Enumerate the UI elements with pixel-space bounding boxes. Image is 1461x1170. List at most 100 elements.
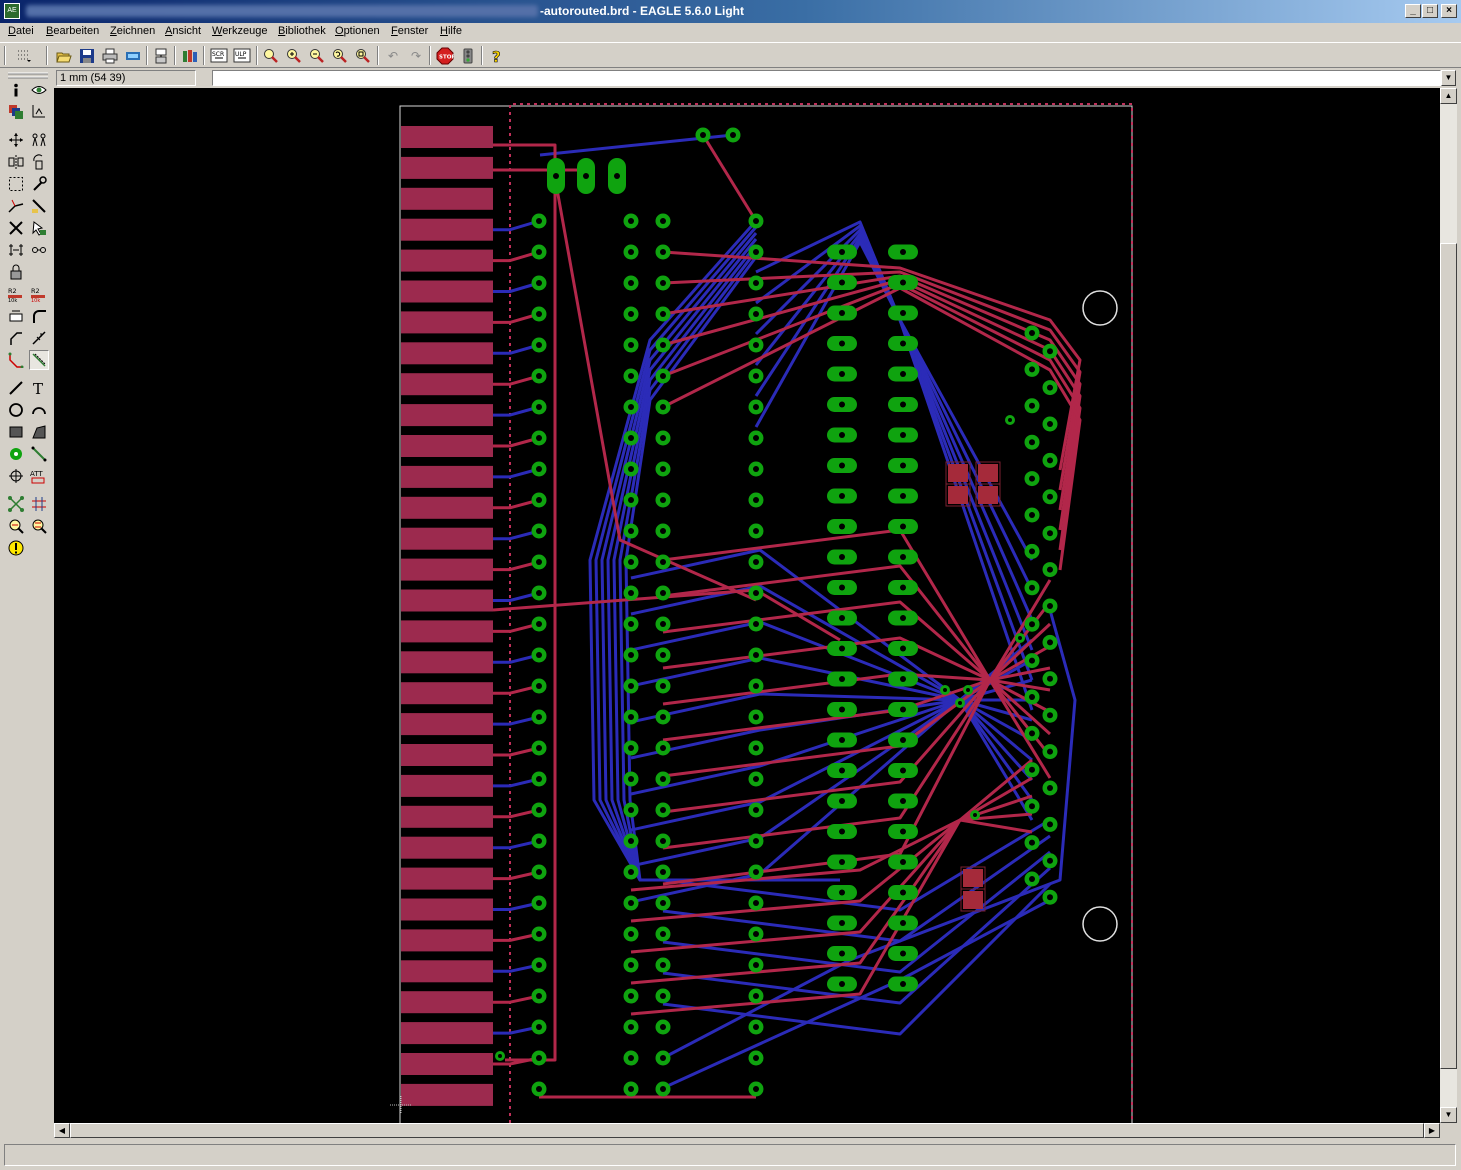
erc-icon[interactable] [6, 516, 26, 536]
display-icon[interactable] [6, 102, 26, 122]
command-history-dropdown[interactable]: ▼ [1441, 70, 1456, 86]
scroll-left-button[interactable]: ◀ [54, 1123, 70, 1138]
signal-icon[interactable] [29, 444, 49, 464]
menu-hilfe[interactable]: Hilfe [440, 25, 462, 37]
window-title: -autorouted.brd - EAGLE 5.6.0 Light [540, 4, 744, 18]
pinswap-icon[interactable] [29, 240, 49, 260]
board-schematic-icon[interactable] [151, 46, 171, 65]
pad-hole [628, 373, 634, 379]
value-icon[interactable]: R2 10k [29, 284, 49, 304]
pad-hole [536, 621, 542, 627]
optimize-icon[interactable] [29, 196, 49, 216]
minimize-button[interactable]: _ [1405, 4, 1421, 18]
arc-icon[interactable] [29, 400, 49, 420]
menu-optionen[interactable]: Optionen [335, 25, 380, 37]
ripup-icon[interactable] [29, 328, 49, 348]
pcb-layout[interactable] [54, 88, 1440, 1123]
ic-pad-hole [839, 676, 845, 682]
auto-icon[interactable] [29, 494, 49, 514]
pad-hole [660, 683, 666, 689]
zoom-select-icon[interactable] [353, 46, 373, 65]
close-button[interactable]: × [1441, 4, 1457, 18]
mirror-icon[interactable] [6, 152, 26, 172]
split-icon[interactable] [6, 196, 26, 216]
horizontal-scrollbar[interactable]: ◀ ▶ [54, 1123, 1440, 1138]
polygon-icon[interactable] [29, 422, 49, 442]
line-icon[interactable] [6, 378, 26, 398]
vertical-scrollbar[interactable]: ▲ ▼ [1440, 88, 1457, 1123]
pad-hole [628, 900, 634, 906]
group-icon[interactable] [6, 174, 26, 194]
smash-icon[interactable] [6, 306, 26, 326]
drc-icon[interactable] [29, 516, 49, 536]
maximize-button[interactable]: □ [1422, 4, 1438, 18]
add-icon[interactable] [29, 218, 49, 238]
edge-contact [401, 991, 493, 1014]
pad-hole [628, 218, 634, 224]
zoom-out-icon[interactable] [307, 46, 327, 65]
rotate-icon[interactable] [29, 152, 49, 172]
zoom-fit-icon[interactable] [261, 46, 281, 65]
board-canvas[interactable] [54, 88, 1440, 1123]
menu-bibliothek[interactable]: Bibliothek [278, 25, 326, 37]
library-icon[interactable] [180, 46, 200, 65]
circle-icon[interactable] [6, 400, 26, 420]
move-icon[interactable] [6, 130, 26, 150]
redo-icon[interactable]: ↷ [406, 46, 426, 65]
lock-icon[interactable] [6, 262, 26, 282]
info-icon[interactable] [6, 80, 26, 100]
undo-icon[interactable]: ↶ [383, 46, 403, 65]
scroll-down-button[interactable]: ▼ [1440, 1107, 1457, 1123]
edge-contact [401, 1083, 493, 1106]
open-icon[interactable] [54, 46, 74, 65]
change-icon[interactable] [29, 174, 49, 194]
eagle-app-icon[interactable]: AE [4, 3, 20, 19]
menu-ansicht[interactable]: Ansicht [165, 25, 201, 37]
text-icon[interactable]: T [29, 378, 49, 398]
mark-icon[interactable] [29, 102, 49, 122]
help-icon[interactable]: ? [487, 46, 507, 65]
zoom-in-icon[interactable] [284, 46, 304, 65]
route-icon[interactable] [6, 328, 26, 348]
replace-icon[interactable] [6, 240, 26, 260]
go-icon[interactable] [458, 46, 478, 65]
via-icon[interactable] [6, 444, 26, 464]
delete-icon[interactable] [6, 218, 26, 238]
copy-icon[interactable] [29, 130, 49, 150]
wire-icon[interactable] [6, 350, 26, 370]
rect-icon[interactable] [6, 422, 26, 442]
connector-pad-hole [1029, 366, 1035, 373]
save-icon[interactable] [77, 46, 97, 65]
print-icon[interactable] [100, 46, 120, 65]
menu-zeichnen[interactable]: Zeichnen [110, 25, 155, 37]
errors-icon[interactable] [6, 538, 26, 558]
stop-icon[interactable]: STOP [435, 46, 455, 65]
vertical-scroll-thumb[interactable] [1440, 243, 1457, 1069]
menu-bearbeiten[interactable]: Bearbeiten [46, 25, 99, 37]
ratsnest-icon[interactable] [6, 494, 26, 514]
ulp-icon[interactable]: ULP [232, 46, 252, 65]
grid-icon[interactable] [14, 46, 34, 65]
menu-werkzeuge[interactable]: Werkzeuge [212, 25, 267, 37]
pad-hole [628, 962, 634, 968]
pad-hole [660, 249, 666, 255]
scroll-right-button[interactable]: ▶ [1424, 1123, 1440, 1138]
attribute-icon[interactable]: ATT [29, 466, 49, 486]
pad-hole [536, 311, 542, 317]
script-icon[interactable]: SCR [209, 46, 229, 65]
show-icon[interactable] [29, 80, 49, 100]
menu-datei[interactable]: Datei [8, 25, 34, 37]
miter-icon[interactable] [29, 306, 49, 326]
pad-hole [730, 132, 736, 138]
zoom-redraw-icon[interactable] [330, 46, 350, 65]
command-input[interactable] [212, 70, 1441, 86]
via-hole [966, 688, 970, 692]
autoroute-active-icon[interactable] [29, 350, 49, 370]
name-icon[interactable]: R2 10k [6, 284, 26, 304]
cam-icon[interactable] [123, 46, 143, 65]
horizontal-scroll-thumb[interactable] [70, 1123, 1424, 1138]
hole-icon[interactable] [6, 466, 26, 486]
scroll-up-button[interactable]: ▲ [1440, 88, 1457, 104]
pad-hole [536, 838, 542, 844]
menu-fenster[interactable]: Fenster [391, 25, 428, 37]
